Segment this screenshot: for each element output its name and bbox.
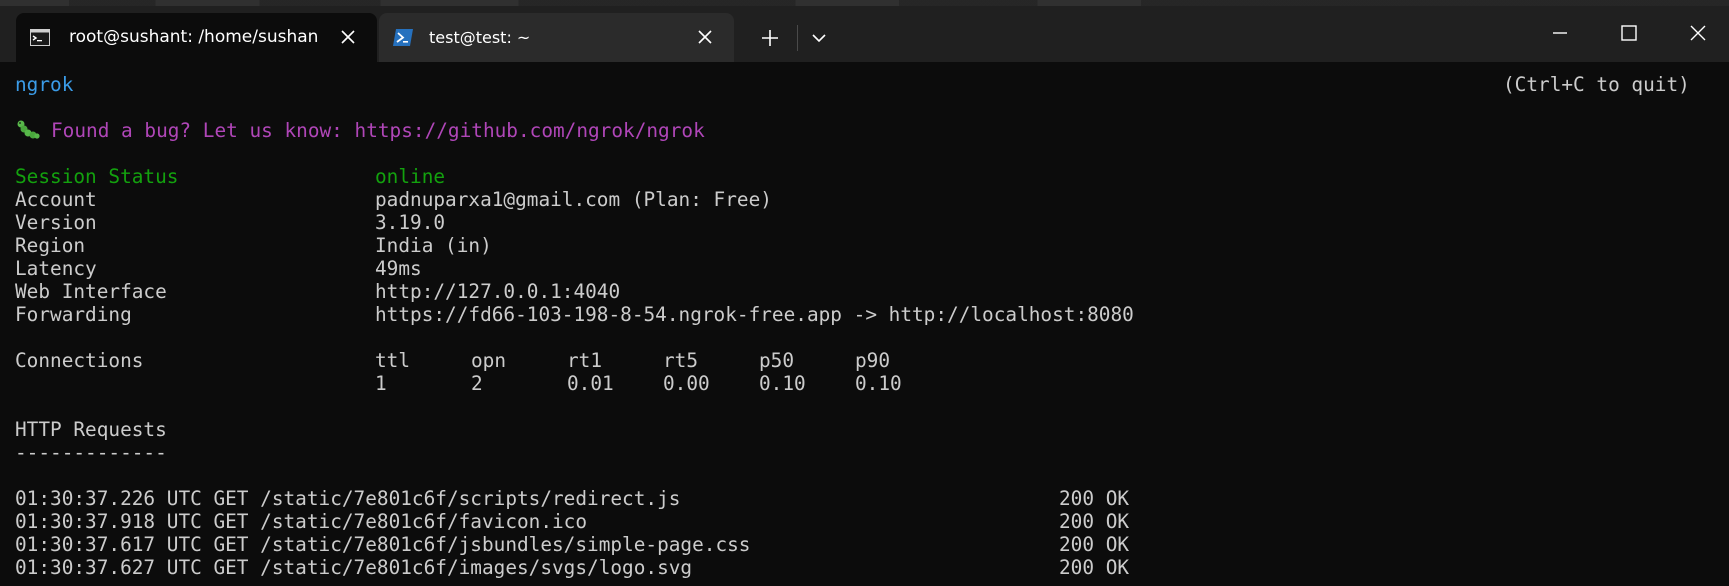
request-row: 01:30:37.918 UTC GET /static/7e801c6f/fa… [15, 510, 588, 533]
http-requests-underline: ------------- [15, 441, 167, 464]
connections-value-p50: 0.10 [759, 372, 806, 395]
info-value-latency: 49ms [375, 257, 422, 280]
command-prompt-icon [30, 29, 50, 46]
background-window-strip [0, 0, 1729, 6]
request-status: 200 OK [1059, 533, 1130, 556]
connections-header-opn: opn [471, 349, 507, 372]
tab-test[interactable]: test@test: ~ [379, 13, 734, 62]
http-requests-title: HTTP Requests [15, 418, 167, 441]
connections-value-opn: 2 [471, 372, 483, 395]
connections-header-p90: p90 [855, 349, 891, 372]
info-value-account: padnuparxa1@gmail.com (Plan: Free) [375, 188, 772, 211]
connections-header-p50: p50 [759, 349, 795, 372]
bug-message: Found a bug? Let us know: https://github… [51, 119, 705, 142]
info-value-region: India (in) [375, 234, 492, 257]
chevron-down-icon[interactable] [805, 26, 833, 50]
connections-value-p90: 0.10 [855, 372, 902, 395]
info-label-session-status: Session Status [15, 165, 179, 188]
info-value-version: 3.19.0 [375, 211, 446, 234]
title-bar: root@sushant: /home/sushan test@test: ~ [0, 0, 1729, 62]
request-status: 200 OK [1059, 510, 1130, 533]
plus-icon[interactable] [754, 24, 786, 52]
app-name: ngrok [15, 73, 74, 96]
close-icon[interactable] [1683, 18, 1713, 48]
connections-value-rt5: 0.00 [663, 372, 710, 395]
quit-hint: (Ctrl+C to quit) [1503, 73, 1690, 96]
info-label-region: Region [15, 234, 86, 257]
info-label-latency: Latency [15, 257, 97, 280]
connections-label: Connections [15, 349, 144, 372]
connections-header-rt5: rt5 [663, 349, 699, 372]
info-value-forwarding[interactable]: https://fd66-103-198-8-54.ngrok-free.app… [375, 303, 1134, 326]
connections-value-ttl: 1 [375, 372, 387, 395]
connections-header-ttl: ttl [375, 349, 411, 372]
info-label-forwarding: Forwarding [15, 303, 132, 326]
info-value-session-status: online [375, 165, 446, 188]
caterpillar-icon [17, 120, 40, 139]
close-icon[interactable] [696, 28, 714, 46]
info-label-version: Version [15, 211, 97, 234]
request-status: 200 OK [1059, 556, 1130, 579]
request-row: 01:30:37.617 UTC GET /static/7e801c6f/js… [15, 533, 751, 556]
info-value-web-interface[interactable]: http://127.0.0.1:4040 [375, 280, 620, 303]
powershell-icon [393, 29, 413, 46]
close-icon[interactable] [339, 28, 357, 46]
info-label-web-interface: Web Interface [15, 280, 167, 303]
connections-value-rt1: 0.01 [567, 372, 614, 395]
tab-title: root@sushant: /home/sushan [69, 27, 319, 47]
request-row: 01:30:37.627 UTC GET /static/7e801c6f/im… [15, 556, 693, 579]
scrollbar[interactable] [1694, 62, 1729, 586]
connections-header-rt1: rt1 [567, 349, 603, 372]
info-label-account: Account [15, 188, 97, 211]
minimize-icon[interactable] [1545, 18, 1575, 48]
request-status: 200 OK [1059, 487, 1130, 510]
tab-root-sushant[interactable]: root@sushant: /home/sushan [16, 13, 377, 62]
maximize-icon[interactable] [1614, 18, 1644, 48]
divider [797, 25, 798, 51]
request-row: 01:30:37.226 UTC GET /static/7e801c6f/sc… [15, 487, 681, 510]
tab-title: test@test: ~ [429, 28, 531, 47]
